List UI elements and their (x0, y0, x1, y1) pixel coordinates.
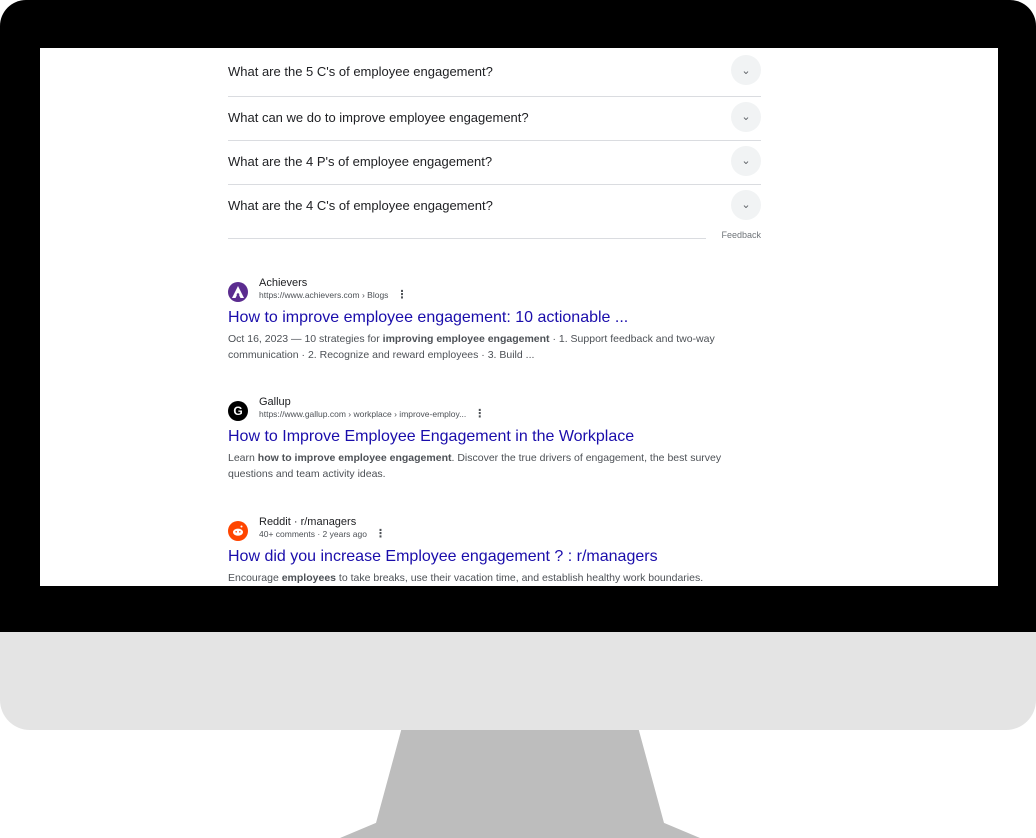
paa-question: What can we do to improve employee engag… (228, 110, 529, 125)
paa-item[interactable]: What are the 5 C's of employee engagemen… (228, 48, 761, 97)
result-title-link[interactable]: How to Improve Employee Engagement in th… (228, 427, 761, 447)
people-also-ask: What are the 5 C's of employee engagemen… (228, 48, 761, 251)
feedback-link[interactable]: Feedback (721, 230, 761, 240)
paa-item[interactable]: What can we do to improve employee engag… (228, 97, 761, 141)
result-title-link[interactable]: How did you increase Employee engagement… (228, 547, 761, 567)
result-snippet: Encourage employees to take breaks, use … (228, 572, 704, 584)
paa-question: What are the 4 C's of employee engagemen… (228, 198, 493, 213)
paa-item[interactable]: What are the 4 P's of employee engagemen… (228, 141, 761, 185)
monitor-stand (340, 730, 700, 838)
result-meta: 40+ comments · 2 years ago (259, 528, 367, 539)
more-vert-icon[interactable]: ⋮ (375, 528, 386, 540)
chevron-down-icon[interactable]: ⌄ (731, 55, 761, 85)
paa-item[interactable]: What are the 4 C's of employee engagemen… (228, 185, 761, 228)
gallup-logo-icon: G (228, 401, 248, 421)
more-vert-icon[interactable]: ⋮ (474, 408, 485, 420)
search-result: Reddit · r/managers 40+ comments · 2 yea… (228, 516, 761, 586)
result-snippet: Oct 16, 2023 — 10 strategies for improvi… (228, 333, 715, 361)
search-results: What are the 5 C's of employee engagemen… (228, 48, 761, 584)
result-source[interactable]: G Gallup https://www.gallup.com › workpl… (228, 396, 761, 421)
result-site-name: Achievers (259, 277, 308, 289)
browser-viewport[interactable]: What are the 5 C's of employee engagemen… (40, 48, 998, 586)
achievers-logo-icon (228, 282, 248, 302)
more-vert-icon[interactable]: ⋮ (396, 289, 407, 301)
chevron-down-icon[interactable]: ⌄ (731, 145, 761, 176)
result-url: https://www.achievers.com › Blogs (259, 289, 389, 300)
chevron-down-icon[interactable]: ⌄ (731, 189, 761, 220)
divider (228, 228, 706, 239)
paa-question: What are the 4 P's of employee engagemen… (228, 154, 493, 169)
result-source[interactable]: Achievers https://www.achievers.com › Bl… (228, 277, 761, 302)
result-site-name: Reddit · r/managers (259, 516, 357, 528)
result-snippet: Learn how to improve employee engagement… (228, 452, 722, 480)
reddit-logo-icon (228, 521, 248, 541)
result-url: https://www.gallup.com › workplace › imp… (259, 408, 467, 419)
search-result: G Gallup https://www.gallup.com › workpl… (228, 396, 761, 482)
result-site-name: Gallup (259, 396, 291, 408)
result-source[interactable]: Reddit · r/managers 40+ comments · 2 yea… (228, 516, 761, 541)
result-title-link[interactable]: How to improve employee engagement: 10 a… (228, 308, 761, 328)
monitor-chin (0, 632, 1036, 730)
paa-question: What are the 5 C's of employee engagemen… (228, 63, 493, 79)
search-result: Achievers https://www.achievers.com › Bl… (228, 277, 761, 363)
chevron-down-icon[interactable]: ⌄ (731, 101, 761, 132)
